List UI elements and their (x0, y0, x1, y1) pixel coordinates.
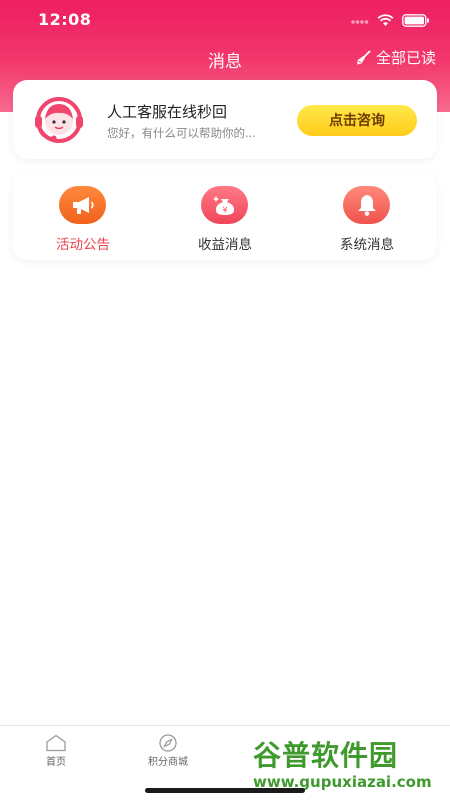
mark-all-read-button[interactable]: 全部已读 (355, 47, 436, 68)
tab-label-home: 首页 (46, 757, 66, 768)
home-icon (46, 734, 66, 752)
customer-service-card[interactable]: 人工客服在线秒回 您好，有什么可以帮助你的... 点击咨询 (13, 80, 437, 159)
category-icon-bg (59, 186, 106, 224)
bell-icon (357, 195, 376, 216)
watermark-title: 谷普软件园 (253, 739, 399, 772)
category-icon-bg (343, 186, 390, 224)
service-title: 人工客服在线秒回 (107, 103, 228, 121)
money-bag-icon: ¥ (212, 196, 234, 215)
customer-service-avatar-icon (35, 97, 83, 143)
signal-icon (351, 20, 369, 24)
broom-icon (356, 50, 371, 64)
category-icon-bg: ¥ (201, 186, 248, 224)
megaphone-icon (72, 197, 94, 214)
status-bar: 12:08 (0, 0, 450, 40)
status-icons (351, 12, 430, 28)
category-system[interactable]: 系统消息 (297, 172, 437, 260)
mark-all-read-label: 全部已读 (375, 49, 436, 67)
status-time: 12:08 (38, 10, 92, 29)
wifi-icon (377, 13, 394, 26)
category-earnings[interactable]: ¥ 收益消息 (155, 172, 295, 260)
tab-points-mall[interactable]: 积分商城 (112, 726, 224, 786)
consult-button[interactable]: 点击咨询 (297, 105, 417, 136)
category-activity[interactable]: 活动公告 (13, 172, 153, 260)
message-categories: 活动公告 ¥ 收益消息 系统消息 (13, 172, 437, 260)
service-subtitle: 您好，有什么可以帮助你的... (107, 126, 256, 140)
home-indicator[interactable] (145, 788, 305, 793)
category-label-earnings: 收益消息 (198, 237, 252, 253)
tab-home[interactable]: 首页 (0, 726, 112, 786)
category-label-activity: 活动公告 (56, 237, 110, 253)
svg-text:¥: ¥ (222, 206, 227, 215)
battery-icon (402, 13, 429, 27)
tab-label-points-mall: 积分商城 (148, 757, 188, 768)
category-label-system: 系统消息 (340, 237, 394, 253)
compass-icon (159, 734, 177, 752)
